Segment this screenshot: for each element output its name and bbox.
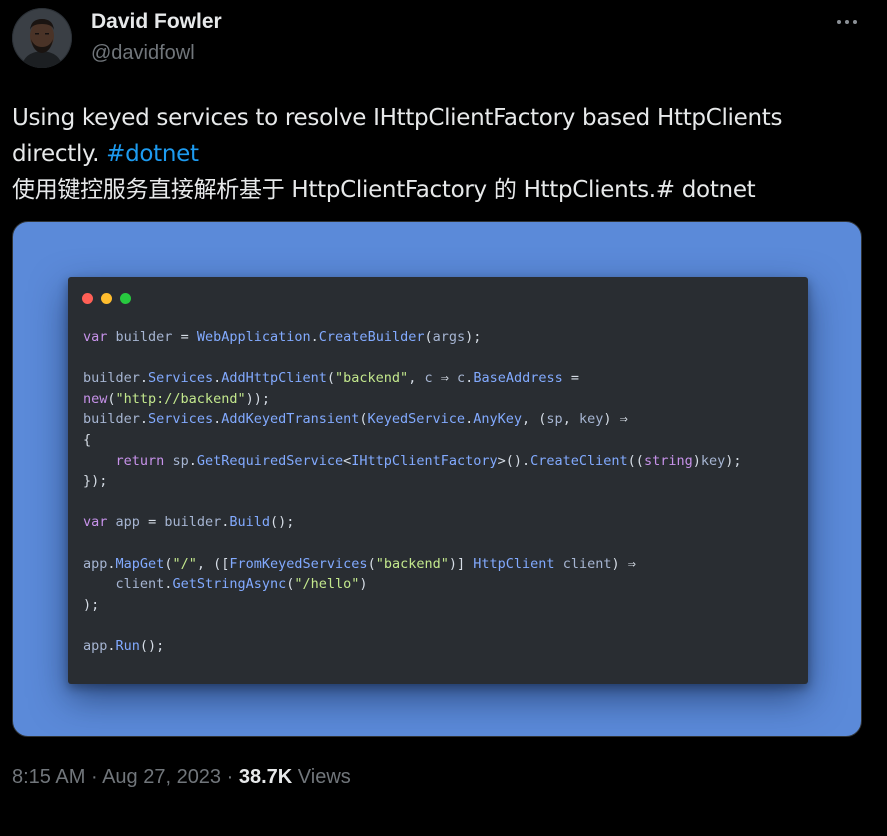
code-line: new("http://backend")); (83, 390, 270, 407)
code-line: client.GetStringAsync("/hello") (115, 576, 368, 593)
tweet-meta: 8:15 AM · Aug 27, 2023 · 38.7K Views (12, 766, 351, 789)
views-count: 38.7K (238, 766, 293, 788)
code-line: { (83, 431, 92, 448)
tweet-date[interactable]: Aug 27, 2023 (102, 766, 221, 788)
avatar-image (12, 8, 72, 68)
code-line: }); (83, 473, 108, 490)
author-name[interactable]: David Fowler (91, 10, 222, 34)
tweet-time[interactable]: 8:15 AM (12, 766, 85, 788)
code-line: return sp.GetRequiredService<IHttpClient… (115, 452, 742, 469)
tweet-media-image[interactable]: var builder = WebApplication.CreateBuild… (12, 221, 862, 737)
tweet-text-line: directly. #dotnet (12, 136, 872, 172)
tweet-text-line: Using keyed services to resolve IHttpCli… (12, 105, 783, 131)
more-horizontal-icon (845, 20, 849, 24)
meta-separator: · (221, 766, 239, 788)
maximize-dot-icon (120, 293, 131, 304)
code-block: var builder = WebApplication.CreateBuild… (83, 327, 742, 657)
code-window: var builder = WebApplication.CreateBuild… (68, 277, 808, 684)
more-horizontal-icon (837, 20, 841, 24)
more-options-button[interactable] (836, 8, 862, 34)
tweet-text: Using keyed services to resolve IHttpCli… (12, 100, 872, 208)
tweet-text-translation: 使用键控服务直接解析基于 HttpClientFactory 的 HttpCli… (12, 177, 756, 203)
code-line: app.Run(); (83, 637, 165, 654)
code-line: ); (83, 596, 100, 613)
code-line: builder.Services.AddKeyedTransient(Keyed… (83, 411, 628, 428)
meta-separator: · (85, 766, 103, 788)
code-line: app.MapGet("/", ([FromKeyedServices("bac… (83, 555, 636, 572)
tweet-text-fragment: directly. (12, 141, 107, 167)
code-line: var app = builder.Build(); (83, 514, 295, 531)
avatar[interactable] (12, 8, 72, 68)
code-line: var builder = WebApplication.CreateBuild… (83, 329, 482, 345)
more-horizontal-icon (853, 20, 857, 24)
hashtag-link[interactable]: #dotnet (106, 141, 199, 167)
close-dot-icon (82, 293, 93, 304)
views-label: Views (292, 766, 351, 788)
author-handle[interactable]: @davidfowl (91, 42, 195, 65)
minimize-dot-icon (101, 293, 112, 304)
code-line: builder.Services.AddHttpClient("backend"… (83, 370, 579, 387)
